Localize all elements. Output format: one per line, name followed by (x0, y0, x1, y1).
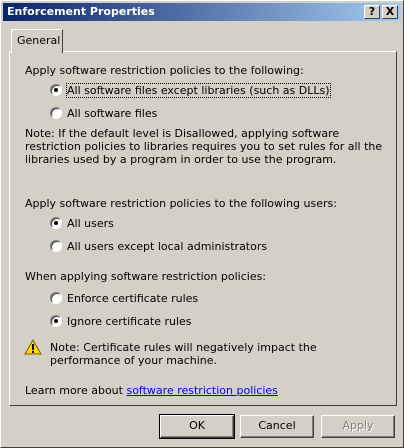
certificate-heading: When applying software restriction polic… (25, 270, 267, 283)
ok-button[interactable]: OK (159, 414, 235, 439)
radio-all-users[interactable] (50, 217, 62, 229)
close-button[interactable]: X (382, 5, 398, 19)
title-bar[interactable]: Enforcement Properties ? X (3, 3, 401, 21)
certificate-warning: Note: Certificate rules will negatively … (50, 341, 317, 367)
tab-general[interactable]: General (11, 29, 63, 53)
radio-all-users-label[interactable]: All users (67, 217, 114, 230)
radio-all-software-files-label[interactable]: All software files (67, 107, 157, 120)
learn-more-text: Learn more about software restriction po… (25, 384, 278, 397)
learn-more-prefix: Learn more about (25, 384, 127, 397)
radio-except-admins-label[interactable]: All users except local administrators (67, 240, 267, 253)
scope-heading: Apply software restriction policies to t… (25, 64, 304, 77)
radio-enforce-certificate[interactable] (50, 292, 62, 304)
apply-button[interactable]: Apply (321, 415, 395, 438)
properties-window: Enforcement Properties ? X General Apply… (0, 0, 404, 448)
users-heading: Apply software restriction policies to t… (25, 197, 337, 210)
tab-general-label: General (17, 34, 61, 47)
window-title: Enforcement Properties (7, 5, 155, 18)
radio-ignore-certificate-label[interactable]: Ignore certificate rules (67, 315, 192, 328)
radio-except-libraries[interactable] (50, 84, 62, 96)
libraries-note: Note: If the default level is Disallowed… (25, 127, 383, 166)
help-button[interactable]: ? (364, 5, 380, 19)
radio-except-admins[interactable] (50, 240, 62, 252)
learn-more-link[interactable]: software restriction policies (126, 384, 277, 397)
radio-except-libraries-label[interactable]: All software files except libraries (suc… (66, 83, 331, 98)
radio-enforce-certificate-label[interactable]: Enforce certificate rules (67, 292, 198, 305)
warning-icon (24, 339, 42, 355)
radio-all-software-files[interactable] (50, 107, 62, 119)
cancel-button[interactable]: Cancel (240, 415, 314, 438)
radio-ignore-certificate[interactable] (50, 315, 62, 327)
